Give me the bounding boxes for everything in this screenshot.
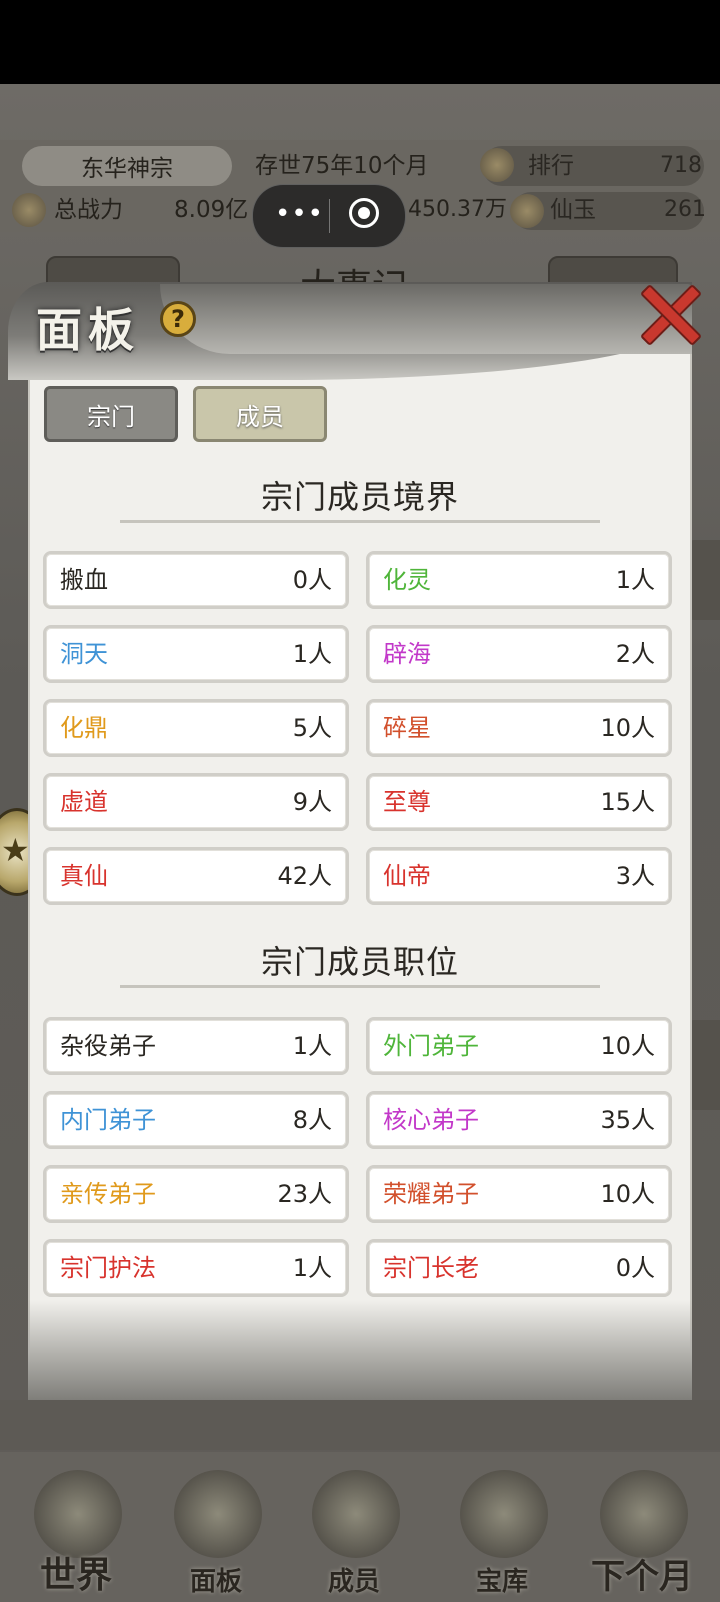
- nav-emblem-icon: [312, 1470, 400, 1558]
- status-bar: [0, 0, 720, 84]
- nav-emblem-icon: [460, 1470, 548, 1558]
- bottom-button-strip: [0, 1400, 720, 1450]
- position-name: 核心弟子: [383, 1106, 479, 1134]
- position-cell: 亲传弟子 23人: [43, 1165, 349, 1223]
- nav-label: 成员: [327, 1567, 380, 1597]
- position-name: 宗门长老: [383, 1254, 479, 1282]
- realm-cell: 仙帝 3人: [366, 847, 672, 905]
- realm-heading-flourish: [120, 520, 600, 523]
- nav-item[interactable]: 世界: [6, 1452, 146, 1602]
- sect-age: 存世75年10个月: [255, 153, 429, 179]
- nav-emblem-icon: [34, 1470, 122, 1558]
- realm-count: 2人: [615, 640, 655, 668]
- panel-top-shade: [160, 284, 692, 354]
- realm-name: 虚道: [60, 788, 108, 816]
- realm-name: 碎星: [383, 714, 431, 742]
- nav-item[interactable]: 成员: [284, 1452, 424, 1602]
- position-count: 23人: [277, 1180, 332, 1208]
- position-name: 亲传弟子: [60, 1180, 156, 1208]
- position-count: 35人: [600, 1106, 655, 1134]
- position-cell: 宗门长老 0人: [366, 1239, 672, 1297]
- position-cell: 荣耀弟子 10人: [366, 1165, 672, 1223]
- mini-program-capsule: •••: [252, 184, 406, 248]
- position-name: 荣耀弟子: [383, 1180, 479, 1208]
- capsule-divider: [329, 199, 330, 233]
- realm-cell: 洞天 1人: [43, 625, 349, 683]
- realm-count: 5人: [292, 714, 332, 742]
- position-count: 10人: [600, 1180, 655, 1208]
- position-name: 宗门护法: [60, 1254, 156, 1282]
- nav-label: 面板: [189, 1567, 242, 1597]
- power-value: 8.09亿: [174, 197, 249, 223]
- position-cell: 杂役弟子 1人: [43, 1017, 349, 1075]
- rank-icon: [480, 148, 514, 182]
- more-menu-icon[interactable]: •••: [275, 199, 324, 229]
- position-cell: 宗门护法 1人: [43, 1239, 349, 1297]
- xianyu-icon: [510, 194, 544, 228]
- edge-chip-2: [688, 1020, 720, 1110]
- position-cell: 内门弟子 8人: [43, 1091, 349, 1149]
- position-count: 0人: [615, 1254, 655, 1282]
- tab-members[interactable]: 成员: [193, 386, 327, 442]
- xianyu-label: 仙玉: [550, 197, 596, 223]
- realm-count: 15人: [600, 788, 655, 816]
- realm-name: 搬血: [60, 566, 108, 594]
- position-count: 10人: [600, 1032, 655, 1060]
- position-cell: 核心弟子 35人: [366, 1091, 672, 1149]
- position-cell: 外门弟子 10人: [366, 1017, 672, 1075]
- position-heading-flourish: [120, 985, 600, 988]
- position-count: 8人: [292, 1106, 332, 1134]
- nav-item[interactable]: 面板: [146, 1452, 286, 1602]
- lingshi-value: 450.37万: [408, 197, 507, 222]
- close-icon[interactable]: [636, 280, 700, 344]
- realm-name: 真仙: [60, 862, 108, 890]
- nav-label: 宝库: [475, 1567, 528, 1597]
- realm-section-heading: 宗门成员境界: [260, 478, 459, 516]
- realm-cell: 虚道 9人: [43, 773, 349, 831]
- power-icon: [12, 193, 46, 227]
- realm-name: 化鼎: [60, 714, 108, 742]
- position-section-heading: 宗门成员职位: [260, 943, 459, 981]
- realm-count: 9人: [292, 788, 332, 816]
- position-name: 杂役弟子: [60, 1032, 156, 1060]
- realm-cell: 辟海 2人: [366, 625, 672, 683]
- realm-count: 10人: [600, 714, 655, 742]
- realm-count: 1人: [615, 566, 655, 594]
- rank-label: 排行: [528, 153, 574, 179]
- panel-title: 面板: [36, 303, 140, 357]
- realm-cell: 碎星 10人: [366, 699, 672, 757]
- position-name: 外门弟子: [383, 1032, 479, 1060]
- nav-emblem-icon: [600, 1470, 688, 1558]
- realm-count: 3人: [615, 862, 655, 890]
- tab-sect[interactable]: 宗门: [44, 386, 178, 442]
- sect-name: 东华神宗: [22, 146, 232, 186]
- realm-count: 1人: [292, 640, 332, 668]
- nav-label: 下个月: [591, 1557, 693, 1597]
- realm-count: 0人: [292, 566, 332, 594]
- realm-name: 辟海: [383, 640, 431, 668]
- realm-cell: 搬血 0人: [43, 551, 349, 609]
- realm-name: 洞天: [60, 640, 108, 668]
- nav-label: 世界: [39, 1554, 112, 1596]
- position-count: 1人: [292, 1254, 332, 1282]
- rank-value: 718: [660, 153, 702, 178]
- close-miniprogram-icon[interactable]: [349, 198, 379, 228]
- realm-name: 化灵: [383, 566, 431, 594]
- realm-cell: 真仙 42人: [43, 847, 349, 905]
- nav-item[interactable]: 宝库: [432, 1452, 572, 1602]
- nav-emblem-icon: [174, 1470, 262, 1558]
- edge-chip-1: [688, 540, 720, 620]
- realm-name: 仙帝: [383, 862, 431, 890]
- xianyu-value: 261: [664, 197, 706, 222]
- realm-cell: 至尊 15人: [366, 773, 672, 831]
- help-icon[interactable]: ?: [160, 301, 196, 337]
- nav-item[interactable]: 下个月: [572, 1452, 712, 1602]
- realm-count: 42人: [277, 862, 332, 890]
- position-count: 1人: [292, 1032, 332, 1060]
- realm-cell: 化灵 1人: [366, 551, 672, 609]
- position-name: 内门弟子: [60, 1106, 156, 1134]
- realm-cell: 化鼎 5人: [43, 699, 349, 757]
- power-label: 总战力: [54, 197, 123, 223]
- realm-name: 至尊: [383, 788, 431, 816]
